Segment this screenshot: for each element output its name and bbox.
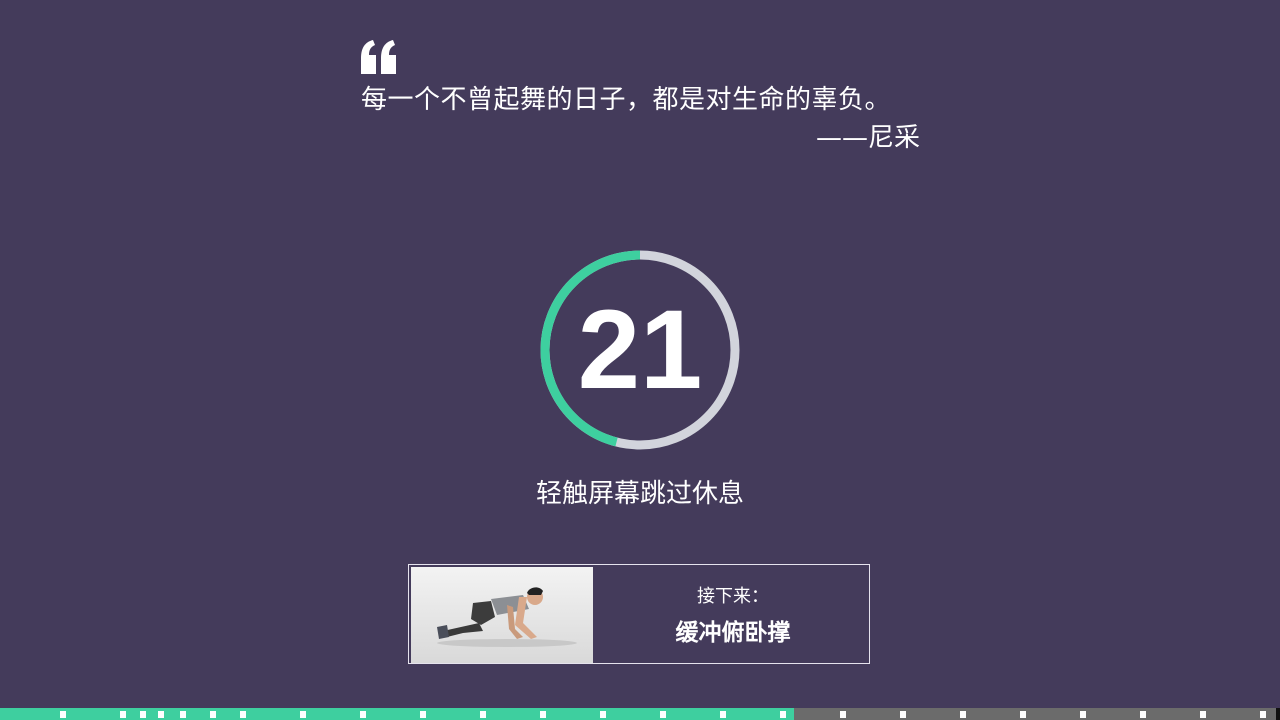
- workout-progress-tick: [140, 711, 146, 718]
- workout-progress-tick: [120, 711, 126, 718]
- quote-mark-icon: [361, 40, 396, 74]
- next-exercise-name: 缓冲俯卧撑: [675, 620, 791, 646]
- workout-progress-tick: [158, 711, 164, 718]
- workout-progress-tick: [240, 711, 246, 718]
- next-exercise-info: 接下来： 缓冲俯卧撑: [595, 565, 871, 665]
- workout-progress-tick: [300, 711, 306, 718]
- countdown-timer: 21: [540, 250, 740, 450]
- skip-rest-hint[interactable]: 轻触屏幕跳过休息: [440, 474, 840, 514]
- workout-progress-end: [1276, 708, 1280, 720]
- workout-progress-tick: [600, 711, 606, 718]
- workout-progress-tick: [1200, 711, 1206, 718]
- workout-progress-tick: [420, 711, 426, 718]
- workout-progress-tick: [660, 711, 666, 718]
- workout-progress-tick: [210, 711, 216, 718]
- next-exercise-thumbnail: [411, 567, 593, 663]
- rest-screen[interactable]: 每一个不曾起舞的日子，都是对生命的辜负。 ——尼采 21 轻触屏幕跳过休息 接下…: [0, 0, 1280, 720]
- workout-progress-tick: [480, 711, 486, 718]
- workout-progress-tick: [180, 711, 186, 718]
- workout-progress-tick: [840, 711, 846, 718]
- workout-progress-bar: [0, 708, 1280, 720]
- workout-progress-tick: [540, 711, 546, 718]
- workout-progress-tick: [60, 711, 66, 718]
- workout-progress-tick: [1080, 711, 1086, 718]
- quote-text: 每一个不曾起舞的日子，都是对生命的辜负。: [361, 85, 892, 115]
- workout-progress-tick: [780, 711, 786, 718]
- next-exercise-label: 接下来：: [697, 586, 769, 607]
- workout-progress-tick: [1140, 711, 1146, 718]
- workout-progress-tick: [360, 711, 366, 718]
- workout-progress-tick: [900, 711, 906, 718]
- person-pushup-image: [437, 587, 577, 647]
- workout-progress-tick: [1260, 711, 1266, 718]
- quote-author: ——尼采: [815, 123, 920, 153]
- workout-progress-tick: [720, 711, 726, 718]
- next-exercise-card[interactable]: 接下来： 缓冲俯卧撑: [408, 564, 870, 664]
- workout-progress-tick: [960, 711, 966, 718]
- workout-progress-tick: [1020, 711, 1026, 718]
- countdown-number: 21: [577, 287, 703, 412]
